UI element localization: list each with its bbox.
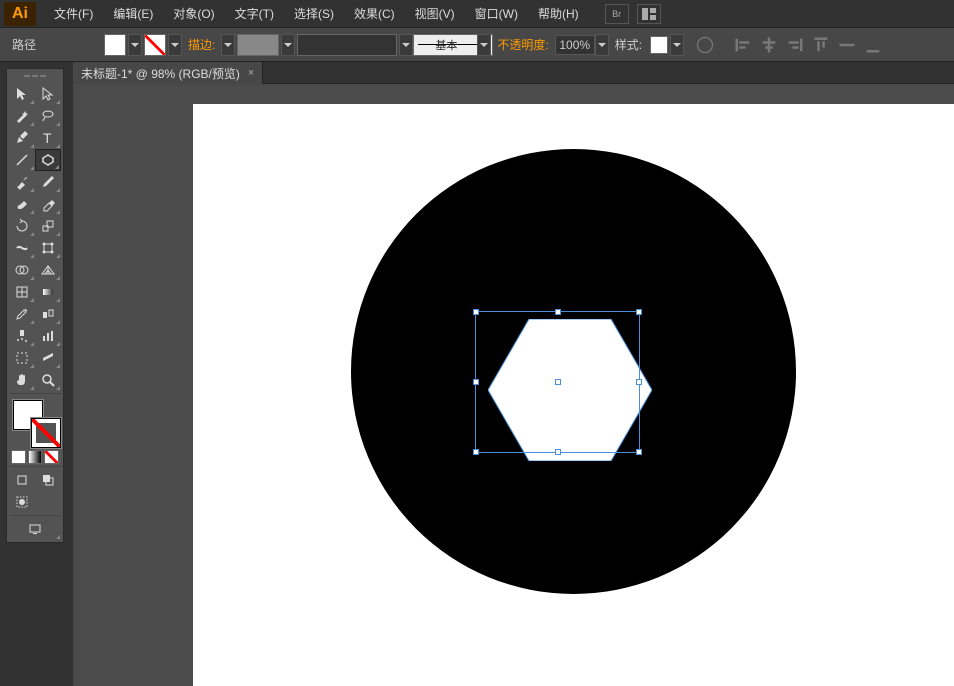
resize-handle-e[interactable] — [636, 379, 642, 385]
artboard[interactable] — [193, 104, 954, 686]
draw-normal-button[interactable] — [9, 469, 35, 491]
stroke-profile-dropdown[interactable] — [281, 34, 295, 56]
screen-mode-button[interactable] — [9, 518, 61, 540]
bridge-button[interactable]: Br — [605, 4, 629, 24]
shape-builder-tool[interactable] — [9, 259, 35, 281]
arrange-documents-button[interactable] — [637, 4, 661, 24]
graphic-style-swatch[interactable] — [650, 36, 668, 54]
layout-icon — [642, 8, 656, 20]
stroke-profile-swatch[interactable] — [237, 34, 279, 56]
gradient-tool[interactable] — [35, 281, 61, 303]
hand-tool[interactable] — [9, 369, 35, 391]
fill-stroke-indicator[interactable] — [11, 398, 59, 446]
pencil-tool[interactable] — [35, 171, 61, 193]
panel-grip[interactable] — [9, 71, 61, 81]
selection-bounding-box[interactable] — [475, 311, 640, 453]
profile-label: 基本 — [435, 37, 457, 53]
stroke-dropdown[interactable] — [168, 34, 182, 56]
canvas-area[interactable] — [73, 84, 954, 686]
resize-handle-w[interactable] — [473, 379, 479, 385]
document-tab[interactable]: 未标题-1* @ 98% (RGB/预览) × — [73, 62, 263, 84]
style-dropdown[interactable] — [670, 34, 684, 56]
resize-handle-s[interactable] — [555, 449, 561, 455]
menu-help[interactable]: 帮助(H) — [528, 0, 589, 28]
center-handle[interactable] — [555, 379, 561, 385]
menu-edit[interactable]: 编辑(E) — [103, 0, 163, 28]
menu-view[interactable]: 视图(V) — [405, 0, 465, 28]
menu-bar: Ai 文件(F) 编辑(E) 对象(O) 文字(T) 选择(S) 效果(C) 视… — [0, 0, 954, 28]
align-center-h-icon[interactable] — [758, 34, 780, 56]
eyedropper-tool[interactable] — [9, 303, 35, 325]
selection-type-label: 路径 — [6, 36, 42, 53]
slice-tool[interactable] — [35, 347, 61, 369]
control-bar: 路径 描边: 基本 不透明度: 100% 样式: — [0, 28, 954, 62]
align-top-icon[interactable] — [810, 34, 832, 56]
tools-panel: T — [6, 68, 64, 543]
resize-handle-nw[interactable] — [473, 309, 479, 315]
type-tool[interactable]: T — [35, 127, 61, 149]
svg-text:T: T — [43, 130, 52, 146]
opacity-label: 不透明度: — [491, 36, 554, 53]
perspective-grid-tool[interactable] — [35, 259, 61, 281]
fill-swatch[interactable] — [104, 34, 126, 56]
eraser-tool[interactable] — [35, 193, 61, 215]
blob-brush-tool[interactable] — [9, 193, 35, 215]
align-center-v-icon[interactable] — [836, 34, 858, 56]
polygon-tool[interactable] — [35, 149, 61, 171]
opacity-dropdown[interactable] — [595, 34, 609, 56]
stroke-weight-dropdown[interactable] — [221, 34, 235, 56]
menu-effect[interactable]: 效果(C) — [344, 0, 405, 28]
resize-handle-se[interactable] — [636, 449, 642, 455]
gradient-mode-button[interactable] — [28, 450, 43, 464]
artboard-tool[interactable] — [9, 347, 35, 369]
recolor-icon[interactable] — [694, 34, 716, 56]
resize-handle-ne[interactable] — [636, 309, 642, 315]
selection-tool[interactable] — [9, 83, 35, 105]
magic-wand-tool[interactable] — [9, 105, 35, 127]
column-graph-tool[interactable] — [35, 325, 61, 347]
style-label: 样式: — [609, 36, 648, 53]
brush-definition[interactable] — [297, 34, 397, 56]
pen-tool[interactable] — [9, 127, 35, 149]
resize-handle-n[interactable] — [555, 309, 561, 315]
menu-object[interactable]: 对象(O) — [163, 0, 224, 28]
free-transform-tool[interactable] — [35, 237, 61, 259]
width-tool[interactable] — [9, 237, 35, 259]
stroke-swatch[interactable] — [144, 34, 166, 56]
zoom-tool[interactable] — [35, 369, 61, 391]
brush-dropdown[interactable] — [399, 34, 413, 56]
draw-behind-button[interactable] — [35, 469, 61, 491]
app-logo: Ai — [4, 2, 36, 26]
menu-window[interactable]: 窗口(W) — [465, 0, 528, 28]
mesh-tool[interactable] — [9, 281, 35, 303]
paintbrush-tool[interactable] — [9, 171, 35, 193]
line-tool[interactable] — [9, 149, 35, 171]
draw-inside-button[interactable] — [9, 491, 35, 513]
none-mode-button[interactable] — [44, 450, 59, 464]
stroke-color-swatch[interactable] — [31, 418, 61, 448]
blend-tool[interactable] — [35, 303, 61, 325]
rotate-tool[interactable] — [9, 215, 35, 237]
profile-dropdown[interactable] — [477, 34, 491, 56]
scale-tool[interactable] — [35, 215, 61, 237]
stroke-label: 描边: — [182, 36, 221, 53]
align-left-icon[interactable] — [732, 34, 754, 56]
close-icon[interactable]: × — [248, 67, 254, 79]
color-mode-button[interactable] — [11, 450, 26, 464]
resize-handle-sw[interactable] — [473, 449, 479, 455]
opacity-input[interactable]: 100% — [555, 35, 595, 55]
menu-type[interactable]: 文字(T) — [225, 0, 284, 28]
menu-file[interactable]: 文件(F) — [44, 0, 103, 28]
document-tab-title: 未标题-1* @ 98% (RGB/预览) — [81, 65, 240, 82]
tab-bar: 未标题-1* @ 98% (RGB/预览) × — [73, 62, 954, 84]
symbol-sprayer-tool[interactable] — [9, 325, 35, 347]
align-right-icon[interactable] — [784, 34, 806, 56]
align-bottom-icon[interactable] — [862, 34, 884, 56]
menu-select[interactable]: 选择(S) — [284, 0, 344, 28]
fill-dropdown[interactable] — [128, 34, 142, 56]
direct-selection-tool[interactable] — [35, 83, 61, 105]
lasso-tool[interactable] — [35, 105, 61, 127]
